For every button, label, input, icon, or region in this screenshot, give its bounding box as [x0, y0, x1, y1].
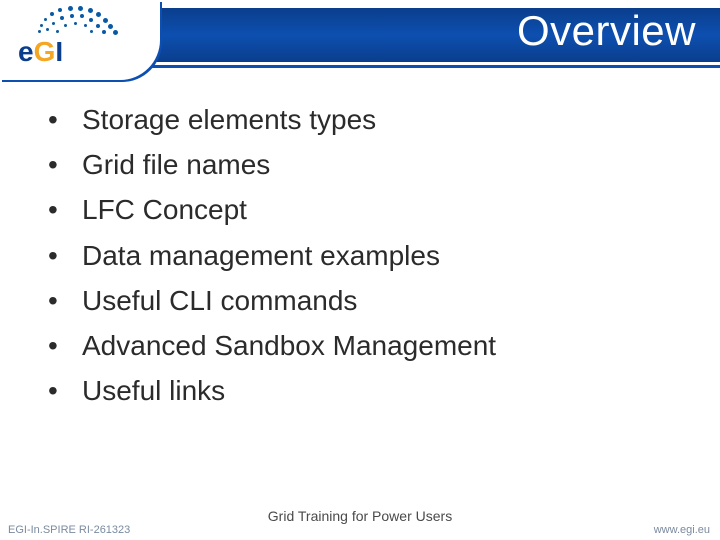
bullet-text: Advanced Sandbox Management: [82, 326, 496, 365]
list-item: •Storage elements types: [48, 100, 680, 139]
bullet-text: Data management examples: [82, 236, 440, 275]
list-item: •LFC Concept: [48, 190, 680, 229]
bullet-text: Grid file names: [82, 145, 270, 184]
footer: EGI-In.SPIRE RI-261323 Grid Training for…: [0, 502, 720, 540]
bullet-mark: •: [48, 145, 82, 184]
logo-letter-e: e: [18, 36, 34, 68]
list-item: •Advanced Sandbox Management: [48, 326, 680, 365]
bullet-text: Useful CLI commands: [82, 281, 357, 320]
bullet-mark: •: [48, 236, 82, 275]
slide-title: Overview: [517, 0, 696, 62]
list-item: •Grid file names: [48, 145, 680, 184]
bullet-mark: •: [48, 100, 82, 139]
slide: Overview: [0, 0, 720, 540]
bullet-mark: •: [48, 371, 82, 410]
footer-right: www.egi.eu: [654, 524, 710, 536]
footer-center: Grid Training for Power Users: [0, 508, 720, 524]
logo-container: e G I: [0, 0, 160, 80]
list-item: •Useful CLI commands: [48, 281, 680, 320]
logo-letter-g: G: [34, 36, 56, 68]
list-item: •Useful links: [48, 371, 680, 410]
egi-logo: e G I: [18, 6, 144, 68]
footer-left: EGI-In.SPIRE RI-261323: [8, 524, 130, 536]
bullet-list: •Storage elements types •Grid file names…: [48, 100, 680, 410]
bullet-text: LFC Concept: [82, 190, 247, 229]
list-item: •Data management examples: [48, 236, 680, 275]
logo-text: e G I: [18, 36, 144, 68]
logo-dots: [36, 2, 128, 40]
bullet-mark: •: [48, 326, 82, 365]
bullet-mark: •: [48, 190, 82, 229]
bullet-mark: •: [48, 281, 82, 320]
bullet-text: Storage elements types: [82, 100, 376, 139]
bullet-text: Useful links: [82, 371, 225, 410]
logo-letter-i: I: [55, 36, 63, 68]
content-area: •Storage elements types •Grid file names…: [48, 100, 680, 416]
